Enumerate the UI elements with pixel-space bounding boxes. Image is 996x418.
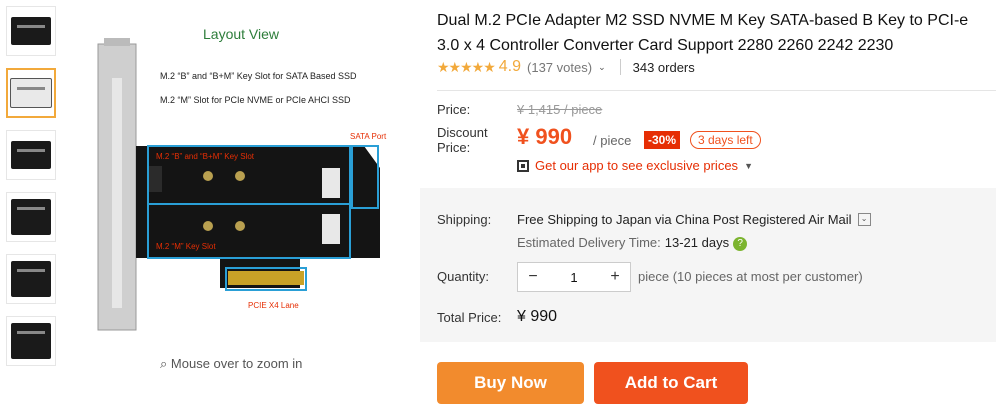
shipping-label: Shipping: xyxy=(437,212,492,227)
divider xyxy=(437,90,996,91)
product-title: Dual M.2 PCIe Adapter M2 SSD NVME M Key … xyxy=(437,12,969,54)
zoom-hint: ⌕ Mouse over to zoom in xyxy=(160,356,302,372)
layout-view-title: Layout View xyxy=(203,26,280,42)
votes-link[interactable]: (137 votes) xyxy=(527,60,592,75)
estimated-delivery: Estimated Delivery Time: 13-21 days? xyxy=(517,235,748,251)
m-slot-label: M.2 “M” Key Slot xyxy=(156,242,216,251)
estimated-delivery-label: Estimated Delivery Time: xyxy=(517,235,661,250)
decrease-button[interactable]: − xyxy=(518,268,548,286)
search-icon: ⌕ xyxy=(160,356,168,371)
total-price-label: Total Price: xyxy=(437,310,502,325)
orders-count: 343 orders xyxy=(632,59,695,75)
price-label: Price: xyxy=(437,102,471,117)
product-main-image[interactable]: M.2 “B” and “B+M” Key Slot M.2 “M” Key S… xyxy=(90,18,420,338)
price-unit: / piece xyxy=(593,133,632,148)
add-to-cart-button[interactable]: Add to Cart xyxy=(594,362,748,404)
increase-button[interactable]: + xyxy=(600,268,630,286)
shipping-method[interactable]: Free Shipping to Japan via China Post Re… xyxy=(517,212,871,227)
thumbnail-image xyxy=(11,141,51,169)
thumbnail[interactable] xyxy=(6,6,56,56)
zoom-hint-text: Mouse over to zoom in xyxy=(170,356,303,371)
app-promo-text: Get our app to see exclusive prices xyxy=(535,158,739,173)
help-icon[interactable]: ? xyxy=(733,236,748,251)
thumbnail[interactable] xyxy=(6,192,56,242)
rating-value: 4.9 xyxy=(498,58,522,75)
buy-now-button[interactable]: Buy Now xyxy=(437,362,584,404)
caret-down-icon: ▼ xyxy=(744,160,753,171)
rating-row: ★★★★★ 4.9 (137 votes) ⌄ 343 orders xyxy=(437,58,695,76)
qr-code-icon xyxy=(517,159,529,172)
days-left-badge: 3 days left xyxy=(690,131,761,149)
total-price: ¥ 990 xyxy=(517,308,558,325)
quantity-input[interactable]: 1 xyxy=(548,270,600,285)
estimated-delivery-value: 13-21 days xyxy=(664,235,730,250)
quantity-limit-note: piece (10 pieces at most per customer) xyxy=(638,269,863,284)
thumbnail-image xyxy=(11,323,51,359)
pcie-lane-label: PCIE X4 Lane xyxy=(248,301,299,310)
thumbnail-image xyxy=(10,78,52,108)
sata-port-label: SATA Port xyxy=(350,132,387,141)
thumbnail-image xyxy=(11,199,51,235)
chevron-down-icon[interactable]: ⌄ xyxy=(857,213,871,226)
shipping-method-text: Free Shipping to Japan via China Post Re… xyxy=(517,212,852,227)
chevron-down-icon[interactable]: ⌄ xyxy=(598,62,606,73)
discount-price-label: Discount Price: xyxy=(437,125,488,155)
app-promo-link[interactable]: Get our app to see exclusive prices ▼ xyxy=(517,158,753,173)
spec-line-2: M.2 “M” Slot for PCIe NVME or PCIe AHCI … xyxy=(160,95,351,105)
thumbnail-active[interactable] xyxy=(6,68,56,118)
bm-slot-label: M.2 “B” and “B+M” Key Slot xyxy=(156,152,255,161)
spec-line-1: M.2 “B” and “B+M” Key Slot for SATA Base… xyxy=(160,71,357,81)
original-price: ¥ 1,415 / piece xyxy=(517,102,603,117)
divider xyxy=(619,59,621,75)
thumbnail-list xyxy=(6,6,58,378)
thumbnail-image xyxy=(11,261,51,297)
thumbnail[interactable] xyxy=(6,130,56,180)
thumbnail[interactable] xyxy=(6,316,56,366)
thumbnail[interactable] xyxy=(6,254,56,304)
thumbnail-image xyxy=(11,17,51,45)
star-rating-icon: ★★★★★ xyxy=(437,58,496,75)
quantity-label: Quantity: xyxy=(437,269,490,284)
discount-badge: -30% xyxy=(644,131,681,149)
discount-price: ¥ 990 xyxy=(517,124,573,149)
quantity-stepper: − 1 + xyxy=(517,262,631,292)
